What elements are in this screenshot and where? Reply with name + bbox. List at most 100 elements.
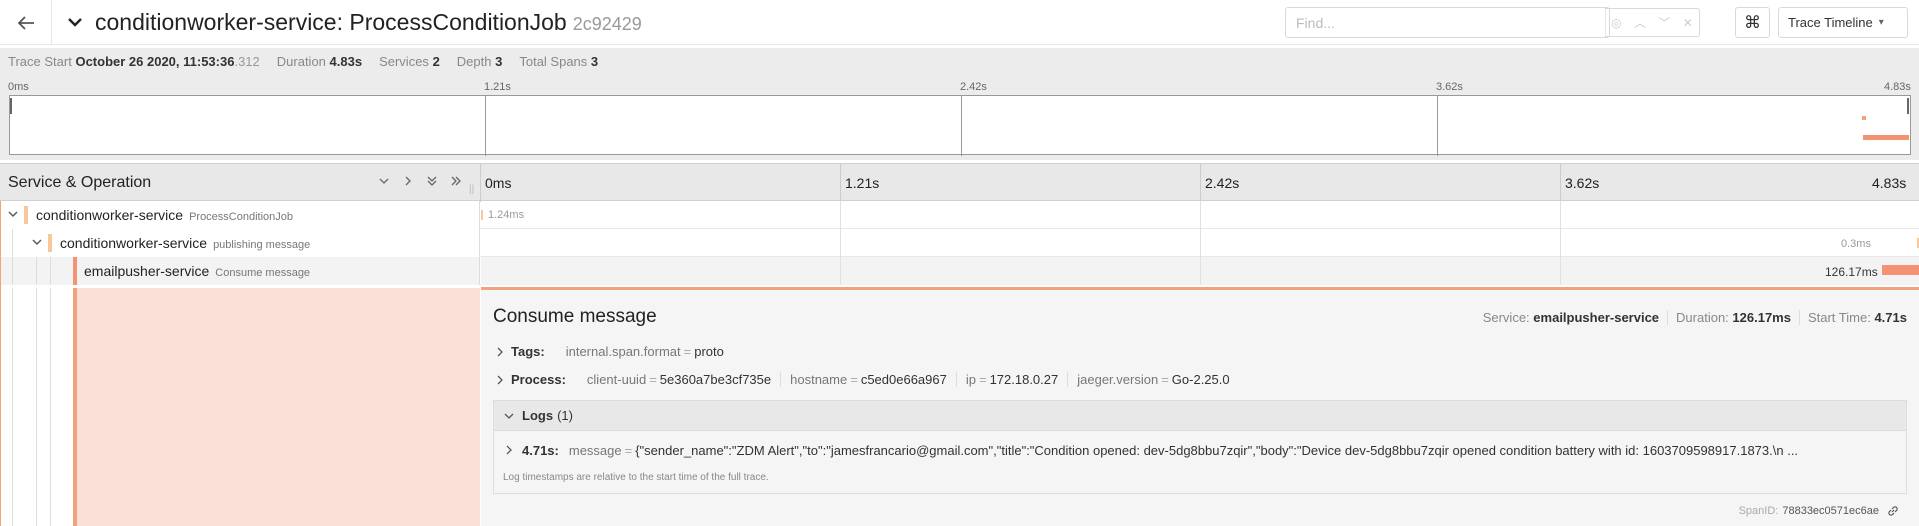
minimap-tick: 3.62s — [1436, 81, 1463, 93]
summary-depth: Depth 3 — [457, 54, 503, 69]
detail-start-time: Start Time: 4.71s — [1800, 310, 1907, 325]
expand-all-icon[interactable] — [450, 175, 462, 187]
back-button[interactable] — [0, 0, 52, 45]
timeline-gridline — [1560, 201, 1561, 229]
expand-one-icon[interactable] — [402, 175, 414, 187]
chevron-up-icon[interactable]: ︿ — [1634, 14, 1646, 31]
span-row-name[interactable]: conditionworker-service publishing messag… — [0, 229, 480, 257]
span-row-name[interactable]: emailpusher-service Consume message — [0, 257, 480, 285]
duration-label: Duration — [276, 54, 326, 69]
equals-sign: = — [624, 443, 633, 458]
process-value: Go-2.25.0 — [1171, 372, 1230, 387]
keyboard-shortcuts-button[interactable]: ⌘ — [1735, 7, 1770, 38]
service-label: Service: — [1482, 310, 1530, 325]
trace-title-separator: : — [336, 9, 350, 35]
minimap-handle-right[interactable] — [1907, 98, 1909, 114]
span-row[interactable]: conditionworker-service publishing messag… — [0, 229, 1919, 257]
span-detail-panel: Consume message Service: emailpusher-ser… — [481, 287, 1919, 526]
summary-duration: Duration 4.83s — [277, 54, 362, 69]
span-duration-label: 0.3ms — [1841, 238, 1871, 250]
span-row-name[interactable]: conditionworker-service ProcessConditionJ… — [0, 201, 480, 229]
detail-service: Service: emailpusher-service — [1475, 310, 1669, 325]
service-color-bar — [73, 257, 77, 285]
span-service: conditionworker-service — [36, 207, 184, 223]
depth-value: 3 — [495, 54, 503, 69]
process-pair: hostname = c5ed0e66a967 — [781, 372, 957, 387]
chevron-down-icon[interactable] — [504, 411, 514, 421]
timeline-gridline — [1200, 257, 1201, 285]
timeline-tick: 1.21s — [845, 175, 880, 191]
start-label: Start Time: — [1807, 310, 1871, 325]
span-row[interactable]: conditionworker-service ProcessConditionJ… — [0, 201, 1919, 229]
chevron-down-icon[interactable] — [7, 208, 19, 220]
arrow-left-icon — [17, 15, 34, 30]
view-select-label: Trace Timeline — [1788, 15, 1873, 30]
span-id: SpanID: 78833ec0571ec6ae — [1739, 505, 1899, 517]
log-entry[interactable]: 4.71s: message = {"sender_name":"ZDM Aler… — [504, 443, 1899, 458]
view-select[interactable]: Trace Timeline ▾ — [1778, 7, 1908, 38]
log-time: 4.71s: — [522, 443, 559, 458]
indent-guide — [12, 288, 13, 526]
chevron-down-icon[interactable]: ﹀ — [1658, 14, 1670, 31]
span-bar[interactable] — [1881, 265, 1919, 275]
trace-minimap[interactable]: 0ms 1.21s 2.42s 3.62s 4.83s — [0, 75, 1919, 160]
equals-sign: = — [649, 372, 657, 387]
process-pair: jaeger.version = Go-2.25.0 — [1068, 372, 1238, 387]
duration-label: Duration: — [1676, 310, 1729, 325]
tag-value: proto — [694, 344, 724, 359]
logs-label: Logs — [522, 408, 554, 423]
span-row-timeline[interactable]: 1.24ms — [481, 201, 1919, 229]
span-service: emailpusher-service — [84, 263, 210, 279]
minimap-canvas[interactable] — [9, 95, 1911, 156]
tags-section[interactable]: Tags: internal.span.format = proto — [495, 344, 733, 359]
process-section[interactable]: Process: client-uuid = 5e360a7be3cf735e ho… — [495, 372, 1239, 387]
detail-duration: Duration: 126.17ms — [1668, 310, 1800, 325]
indent-guide — [36, 257, 37, 285]
timeline-header: Service & Operation || 0ms 1.21s 2.42s 3… — [0, 163, 1919, 202]
minimap-tick: 1.21s — [484, 81, 511, 93]
span-operation: Consume message — [215, 267, 311, 279]
total-spans-label: Total Spans — [519, 54, 588, 69]
process-key: hostname — [790, 372, 848, 387]
trace-service: conditionworker-service — [95, 9, 337, 35]
minimap-handle-left[interactable] — [10, 98, 12, 114]
find-controls: ◎ ︿ ﹀ ✕ — [1605, 8, 1700, 37]
trace-start-ms: .312 — [234, 54, 260, 69]
span-row[interactable]: emailpusher-service Consume message 126.1… — [0, 257, 1919, 285]
span-row-timeline[interactable]: 0.3ms — [481, 229, 1919, 257]
find-input[interactable] — [1286, 8, 1606, 37]
chevron-down-icon[interactable] — [66, 13, 84, 31]
chevron-right-icon[interactable] — [495, 375, 505, 385]
collapse-one-icon[interactable] — [378, 175, 390, 187]
logs-section: Logs (1) 4.71s: message = {"sender_name":… — [493, 400, 1907, 494]
minimap-tick: 2.42s — [960, 81, 987, 93]
chevron-down-icon[interactable] — [31, 236, 43, 248]
logs-header[interactable]: Logs (1) — [494, 401, 1906, 431]
depth-label: Depth — [456, 54, 492, 69]
span-operation: ProcessConditionJob — [189, 211, 294, 223]
indent-guide — [50, 257, 51, 285]
collapse-all-icon[interactable] — [426, 175, 438, 187]
service-operation-label: Service & Operation — [8, 174, 152, 191]
process-key: jaeger.version — [1077, 372, 1159, 387]
chevron-right-icon[interactable] — [495, 347, 505, 357]
span-bar[interactable] — [481, 210, 483, 220]
timeline-gridline — [1560, 229, 1561, 257]
spanid-value: 78833ec0571ec6ae — [1782, 505, 1879, 517]
timeline-gridline — [840, 257, 841, 285]
detail-name-column — [0, 288, 480, 526]
service-value: emailpusher-service — [1533, 310, 1660, 325]
minimap-tick: 0ms — [8, 81, 29, 93]
equals-sign: = — [683, 344, 692, 359]
chevron-right-icon[interactable] — [504, 443, 514, 457]
timeline-gridline — [1560, 164, 1561, 202]
span-row-timeline[interactable]: 126.17ms — [481, 257, 1919, 285]
minimap-gridline — [485, 96, 486, 156]
span-duration-label: 1.24ms — [488, 209, 525, 221]
link-icon[interactable] — [1887, 505, 1899, 517]
clear-icon[interactable]: ✕ — [1683, 16, 1693, 30]
indent-guide — [36, 288, 37, 526]
trace-summary: Trace Start October 26 2020, 11:53:36.31… — [0, 48, 1919, 75]
locate-icon[interactable]: ◎ — [1611, 16, 1621, 30]
column-resizer[interactable]: || — [469, 184, 474, 195]
